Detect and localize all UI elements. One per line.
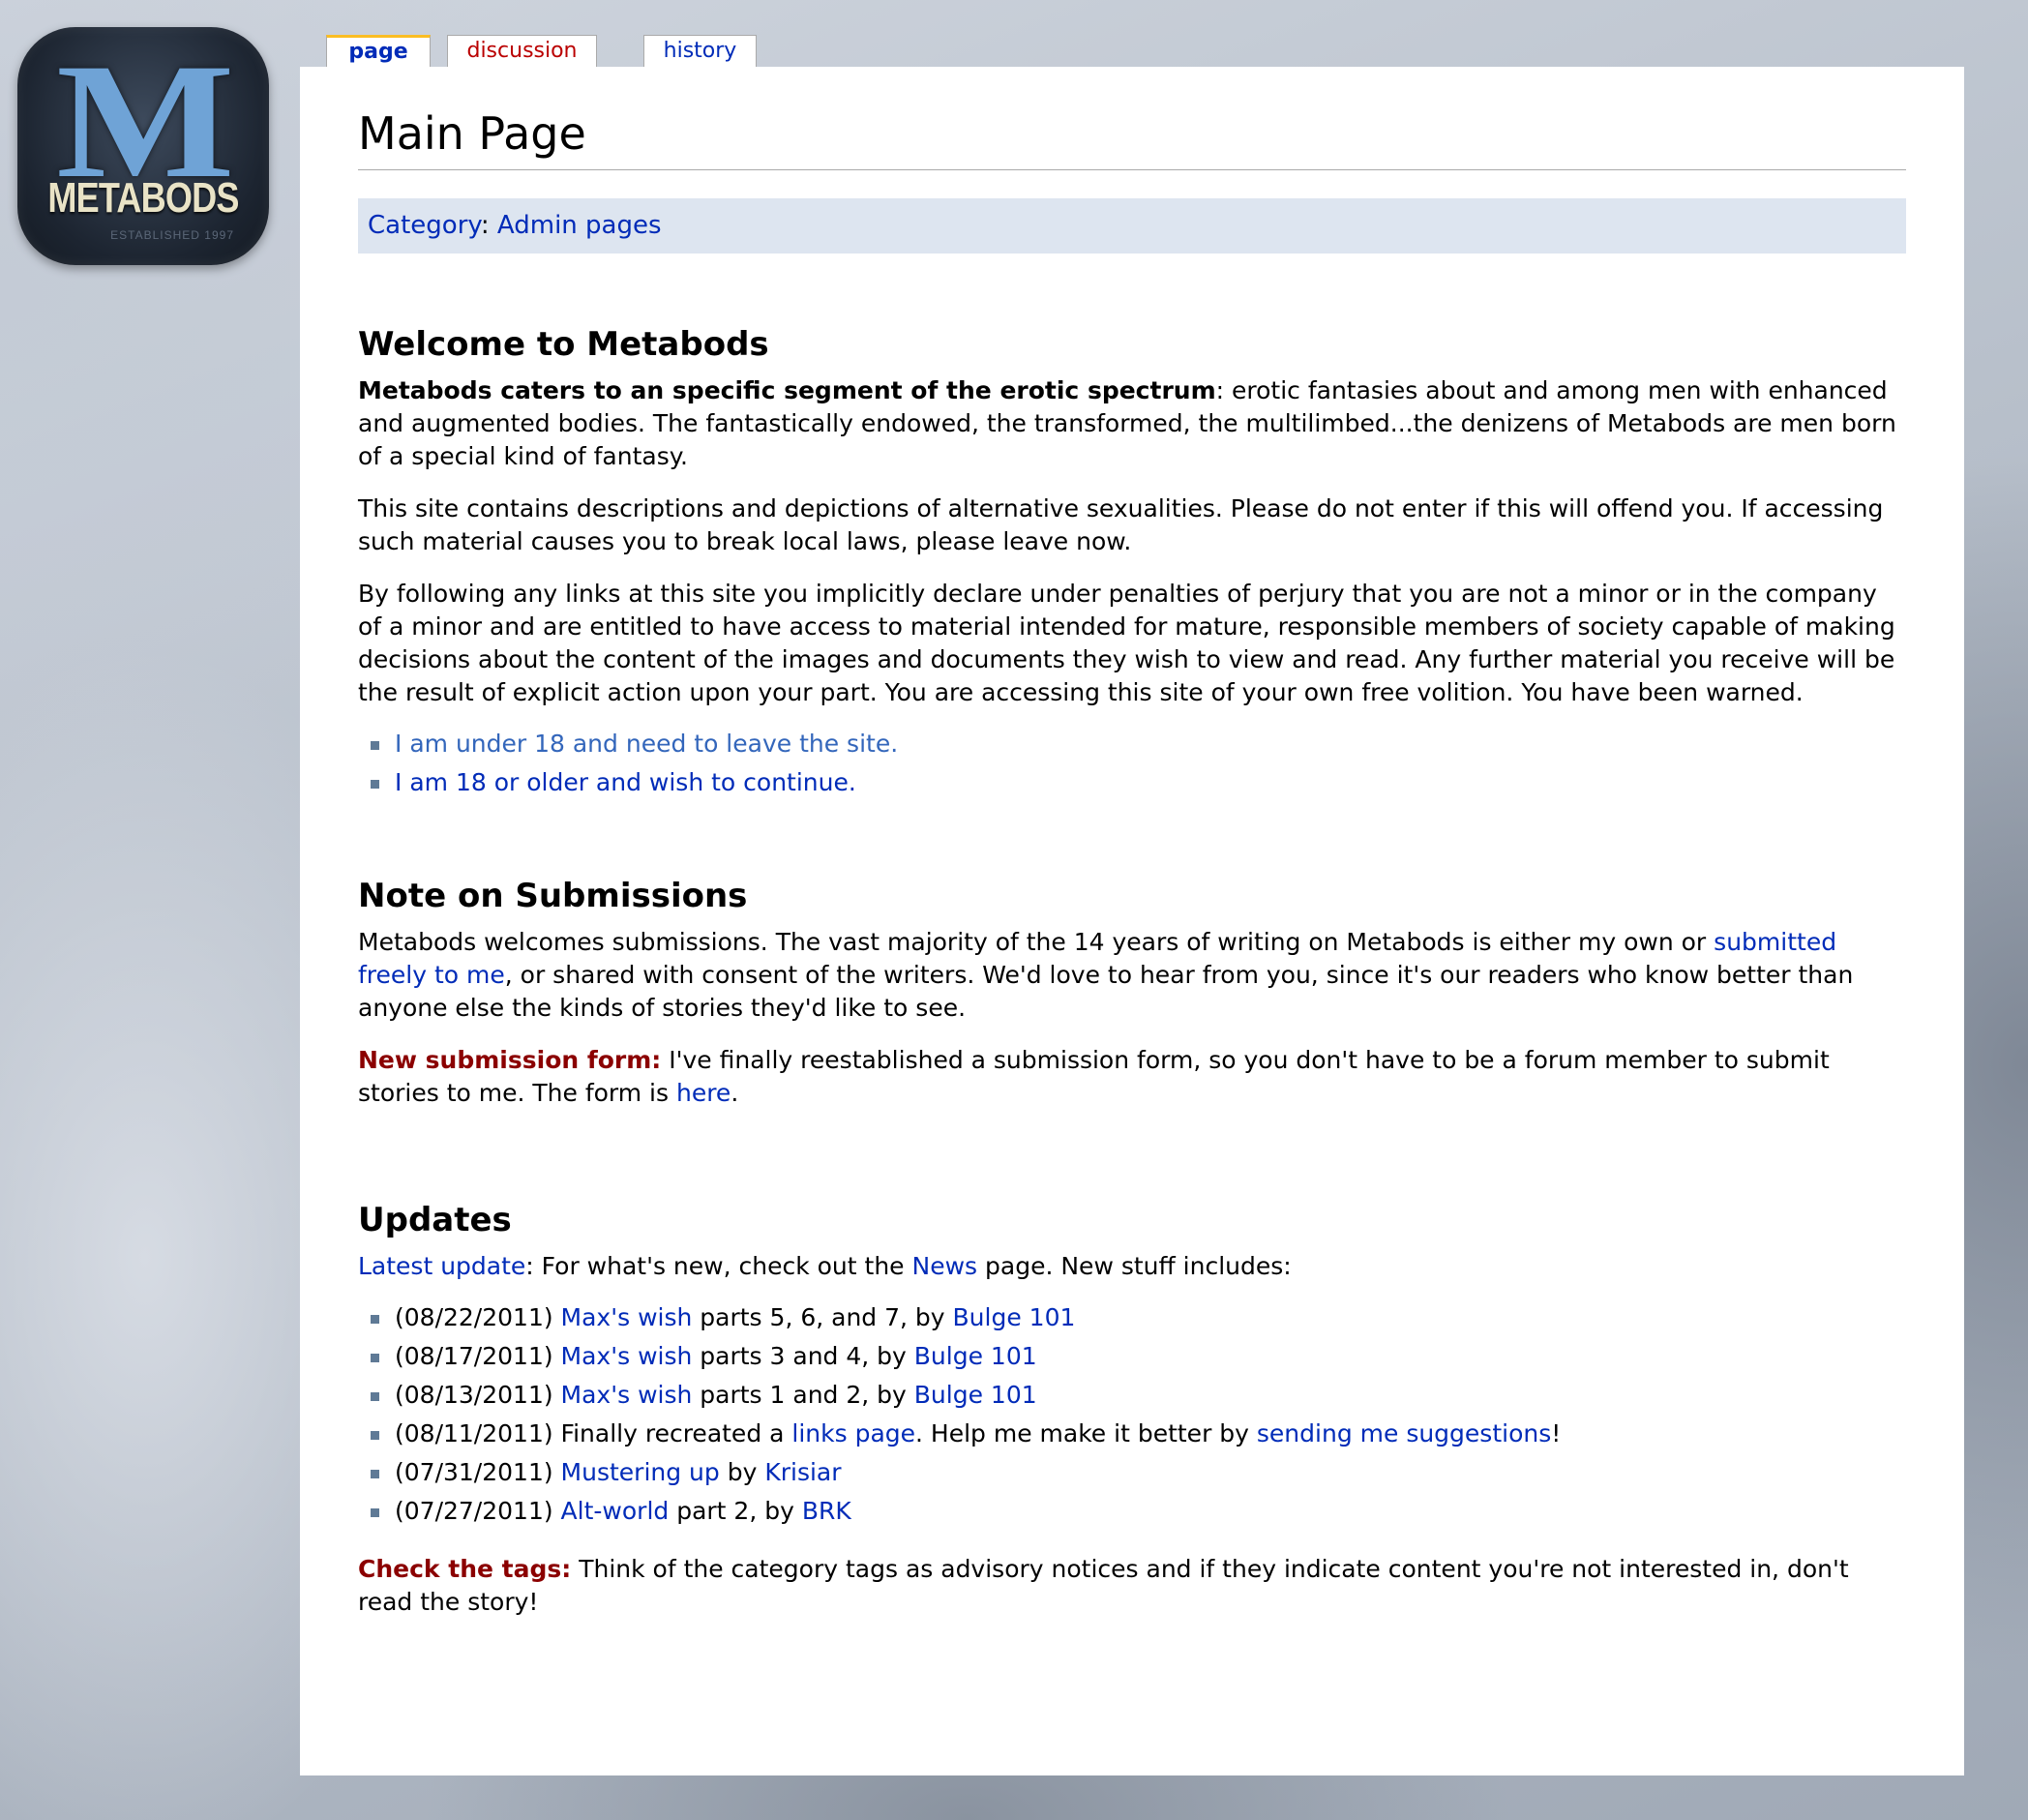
tab-page[interactable]: page [326, 35, 431, 69]
tab-discussion[interactable]: discussion [447, 35, 597, 67]
submissions-paragraph-1: Metabods welcomes submissions. The vast … [358, 926, 1906, 1025]
news-link[interactable]: News [912, 1252, 978, 1280]
category-separator: : [480, 211, 490, 240]
links-page-link[interactable]: links page [791, 1419, 915, 1447]
welcome-bold-intro: Metabods caters to an specific segment o… [358, 376, 1216, 404]
submissions-text-a: Metabods welcomes submissions. The vast … [358, 928, 1715, 956]
page-title: Main Page [358, 104, 1906, 170]
updates-list: (08/22/2011) Max's wish parts 5, 6, and … [358, 1298, 1906, 1531]
submissions-heading: Note on Submissions [358, 877, 748, 915]
tab-history[interactable]: history [643, 35, 757, 67]
update-author-link[interactable]: Bulge 101 [914, 1381, 1037, 1409]
update-text: by [719, 1458, 765, 1486]
check-tags-label: Check the tags: [358, 1555, 572, 1583]
welcome-paragraph-3: By following any links at this site you … [358, 580, 1895, 706]
logo-initial: M [56, 30, 235, 212]
list-item: (08/22/2011) Max's wish parts 5, 6, and … [358, 1298, 1906, 1337]
update-text: parts 1 and 2, by [692, 1381, 914, 1409]
updates-intro-text-b: page. New stuff includes: [977, 1252, 1292, 1280]
new-submission-label: New submission form: [358, 1046, 662, 1074]
submission-form-period: . [731, 1079, 739, 1107]
list-item: (08/11/2011) Finally recreated a links p… [358, 1415, 1906, 1453]
check-tags-text: Think of the category tags as advisory n… [358, 1555, 1849, 1616]
tags-notice: Check the tags: Think of the category ta… [358, 1553, 1906, 1619]
list-item: I am 18 or older and wish to continue. [358, 763, 1906, 802]
update-date: (08/11/2011) Finally recreated a [395, 1419, 792, 1447]
update-date: (08/13/2011) [395, 1381, 561, 1409]
submissions-text-b: , or shared with consent of the writers.… [358, 961, 1854, 1022]
logo-wordmark: METABODS [47, 174, 239, 222]
update-story-link[interactable]: Max's wish [561, 1342, 693, 1370]
update-date: (07/31/2011) [395, 1458, 561, 1486]
update-text: parts 5, 6, and 7, by [692, 1303, 953, 1331]
welcome-heading: Welcome to Metabods [358, 325, 769, 364]
category-admin-pages-link[interactable]: Admin pages [497, 211, 662, 240]
category-box: Category: Admin pages [358, 198, 1906, 254]
category-label-link[interactable]: Category [368, 211, 481, 240]
update-text: . Help me make it better by [915, 1419, 1257, 1447]
update-text: parts 3 and 4, by [692, 1342, 914, 1370]
update-story-link[interactable]: Max's wish [561, 1381, 693, 1409]
latest-update-link[interactable]: Latest update [358, 1252, 525, 1280]
update-date: (08/17/2011) [395, 1342, 561, 1370]
list-item: (08/17/2011) Max's wish parts 3 and 4, b… [358, 1337, 1906, 1376]
update-date: (08/22/2011) [395, 1303, 561, 1331]
submissions-paragraph-2: New submission form: I've finally reesta… [358, 1044, 1906, 1110]
list-item: (07/27/2011) Alt-world part 2, by BRK [358, 1492, 1906, 1531]
update-story-link[interactable]: Alt-world [561, 1497, 670, 1525]
list-item: I am under 18 and need to leave the site… [358, 725, 1906, 763]
welcome-paragraph-1: Metabods caters to an specific segment o… [358, 374, 1906, 473]
update-author-link[interactable]: Bulge 101 [914, 1342, 1037, 1370]
update-story-link[interactable]: Mustering up [561, 1458, 720, 1486]
continue-link[interactable]: I am 18 or older and wish to continue. [395, 768, 856, 796]
site-logo[interactable]: M METABODS ESTABLISHED 1997 [17, 27, 269, 265]
updates-intro-text-a: : For what's new, check out the [525, 1252, 912, 1280]
update-author-link[interactable]: Bulge 101 [953, 1303, 1076, 1331]
main-content: Main Page Category: Admin pages Welcome … [300, 67, 1964, 1775]
send-suggestions-link[interactable]: sending me suggestions [1257, 1419, 1551, 1447]
update-end: ! [1551, 1419, 1562, 1447]
welcome-paragraph-2: This site contains descriptions and depi… [358, 494, 1884, 555]
updates-intro: Latest update: For what's new, check out… [358, 1250, 1906, 1283]
updates-heading: Updates [358, 1201, 512, 1239]
leave-site-link[interactable]: I am under 18 and need to leave the site… [395, 730, 898, 758]
age-choice-list: I am under 18 and need to leave the site… [358, 725, 1906, 802]
update-author-link[interactable]: BRK [802, 1497, 851, 1525]
update-author-link[interactable]: Krisiar [764, 1458, 841, 1486]
list-item: (07/31/2011) Mustering up by Krisiar [358, 1453, 1906, 1492]
submission-form-here-link[interactable]: here [676, 1079, 731, 1107]
list-item: (08/13/2011) Max's wish parts 1 and 2, b… [358, 1376, 1906, 1415]
update-date: (07/27/2011) [395, 1497, 561, 1525]
update-text: part 2, by [669, 1497, 802, 1525]
logo-established: ESTABLISHED 1997 [110, 228, 234, 242]
update-story-link[interactable]: Max's wish [561, 1303, 693, 1331]
